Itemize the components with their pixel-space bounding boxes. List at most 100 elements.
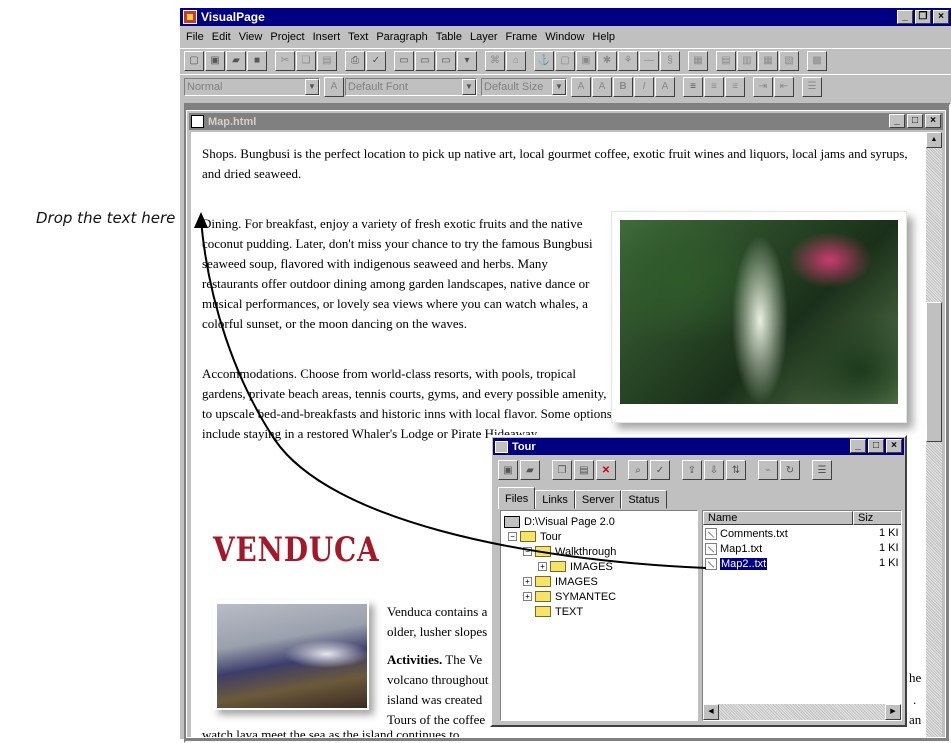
chevron-down-icon[interactable]: ▼: [305, 78, 319, 95]
minimize-button[interactable]: _: [897, 10, 913, 24]
add-file-icon[interactable]: ▣: [498, 460, 518, 480]
menu-insert[interactable]: Insert: [309, 31, 345, 43]
volcano-photo[interactable]: [213, 600, 369, 710]
tour-maximize-button[interactable]: □: [868, 439, 884, 453]
split-cells-icon[interactable]: ▧: [779, 50, 799, 71]
menu-window[interactable]: Window: [541, 31, 588, 43]
browser-preview-icon[interactable]: ▾: [457, 50, 477, 71]
chevron-down-icon[interactable]: ▼: [462, 78, 476, 95]
expand-icon[interactable]: +: [538, 562, 547, 571]
spellcheck-icon[interactable]: ✓: [366, 50, 386, 71]
folder-tree[interactable]: D:\Visual Page 2.0 − Tour − Walkthrough …: [500, 510, 698, 721]
menu-text[interactable]: Text: [344, 31, 372, 43]
applet-icon[interactable]: ⚘: [618, 50, 638, 71]
menu-edit[interactable]: Edit: [208, 31, 235, 43]
visualpage-app-icon[interactable]: [183, 10, 197, 24]
tree-node-walkthrough[interactable]: − Walkthrough: [523, 544, 616, 559]
refresh-icon[interactable]: ↻: [780, 460, 800, 480]
menu-help[interactable]: Help: [588, 31, 619, 43]
align-left-icon[interactable]: ≡: [683, 76, 703, 97]
scroll-thumb[interactable]: [926, 302, 942, 442]
list-icon[interactable]: ☰: [802, 76, 822, 97]
menu-frame[interactable]: Frame: [502, 31, 542, 43]
script-icon[interactable]: §: [660, 50, 680, 71]
merge-cells-icon[interactable]: ▦: [758, 50, 778, 71]
menu-table[interactable]: Table: [432, 31, 466, 43]
app-titlebar[interactable]: VisualPage _ ❐ ×: [180, 8, 951, 26]
column-header-name[interactable]: Name: [703, 511, 853, 525]
insert-column-icon[interactable]: ▥: [737, 50, 757, 71]
indent-icon[interactable]: ⇥: [753, 76, 773, 97]
delete-icon[interactable]: ✕: [596, 460, 616, 480]
menu-paragraph[interactable]: Paragraph: [372, 31, 431, 43]
menu-view[interactable]: View: [235, 31, 267, 43]
scroll-up-icon[interactable]: ▲: [926, 132, 942, 148]
new-file-icon[interactable]: ▢: [184, 50, 204, 71]
tour-minimize-button[interactable]: _: [850, 439, 866, 453]
column-header-size[interactable]: Siz: [853, 511, 901, 525]
expand-icon[interactable]: +: [523, 592, 532, 601]
tab-status[interactable]: Status: [621, 490, 667, 509]
file-row[interactable]: Map1.txt: [705, 542, 762, 556]
html-view-icon[interactable]: ▭: [415, 50, 435, 71]
file-row-selected[interactable]: Map2..txt: [705, 557, 769, 571]
expand-icon[interactable]: +: [523, 577, 532, 586]
tree-node-root[interactable]: D:\Visual Page 2.0: [504, 514, 615, 529]
insert-row-icon[interactable]: ▤: [716, 50, 736, 71]
plugin-icon[interactable]: ✱: [597, 50, 617, 71]
disconnect-icon[interactable]: ⌁: [758, 460, 778, 480]
table-icon[interactable]: ▦: [688, 50, 708, 71]
print-icon[interactable]: ⎙: [345, 50, 365, 71]
new-site-icon[interactable]: ▣: [205, 50, 225, 71]
align-center-icon[interactable]: ≡: [704, 76, 724, 97]
outdent-icon[interactable]: ⇤: [774, 76, 794, 97]
italic-icon[interactable]: I: [634, 76, 654, 97]
open-folder-icon[interactable]: ▰: [226, 50, 246, 71]
shops-paragraph[interactable]: Shops. Bungbusi is the perfect location …: [202, 144, 926, 184]
file-list[interactable]: Name Siz Comments.txt 1 KI Map1.txt 1 KI…: [702, 510, 902, 721]
hr-line-icon[interactable]: —: [639, 50, 659, 71]
cut-icon[interactable]: ✂: [275, 50, 295, 71]
image-icon[interactable]: ▢: [555, 50, 575, 71]
dining-paragraph[interactable]: Dining. For breakfast, enjoy a variety o…: [202, 214, 602, 334]
font-size-select[interactable]: Default Size ▼: [481, 77, 567, 96]
table-properties-icon[interactable]: ▩: [807, 50, 827, 71]
chevron-down-icon[interactable]: ▼: [552, 78, 566, 95]
collapse-icon[interactable]: −: [523, 547, 532, 556]
check-links-icon[interactable]: ⌕: [628, 460, 648, 480]
menu-file[interactable]: File: [182, 31, 208, 43]
preview-view-icon[interactable]: ▭: [436, 50, 456, 71]
menu-layer[interactable]: Layer: [466, 31, 502, 43]
file-list-horizontal-scrollbar[interactable]: ◀ ▶: [703, 704, 901, 720]
document-titlebar[interactable]: Map.html _ □ ×: [189, 113, 943, 130]
collapse-icon[interactable]: −: [508, 532, 517, 541]
anchor-icon[interactable]: ⚓: [534, 50, 554, 71]
doc-close-button[interactable]: ×: [925, 114, 941, 128]
paragraph-style-select[interactable]: Normal ▼: [184, 77, 320, 96]
close-button[interactable]: ×: [933, 10, 949, 24]
doc-minimize-button[interactable]: _: [889, 114, 905, 128]
download-icon[interactable]: ⇩: [704, 460, 724, 480]
doc-maximize-button[interactable]: □: [907, 114, 923, 128]
tour-close-button[interactable]: ×: [886, 439, 902, 453]
save-icon[interactable]: ■: [247, 50, 267, 71]
site-icon[interactable]: ⌂: [506, 50, 526, 71]
align-right-icon[interactable]: ≡: [725, 76, 745, 97]
text-color-icon[interactable]: A: [655, 76, 675, 97]
layout-view-icon[interactable]: ▭: [394, 50, 414, 71]
form-icon[interactable]: ▣: [576, 50, 596, 71]
tree-node-walkthrough-images[interactable]: + IMAGES: [538, 559, 613, 574]
scroll-right-icon[interactable]: ▶: [885, 704, 901, 720]
file-row[interactable]: Comments.txt: [705, 527, 788, 541]
tab-server[interactable]: Server: [574, 490, 622, 509]
decrease-font-icon[interactable]: A: [571, 76, 591, 97]
tree-node-text[interactable]: TEXT: [535, 604, 583, 619]
venduca-heading[interactable]: VENDUCA: [213, 530, 379, 570]
menu-project[interactable]: Project: [266, 31, 308, 43]
tour-titlebar[interactable]: Tour _ □ ×: [493, 438, 904, 455]
new-folder-icon[interactable]: ▰: [520, 460, 540, 480]
scroll-left-icon[interactable]: ◀: [703, 704, 719, 720]
site-window-icon[interactable]: [495, 440, 508, 453]
copy-icon[interactable]: ❏: [296, 50, 316, 71]
tree-node-tour[interactable]: − Tour: [508, 529, 561, 544]
